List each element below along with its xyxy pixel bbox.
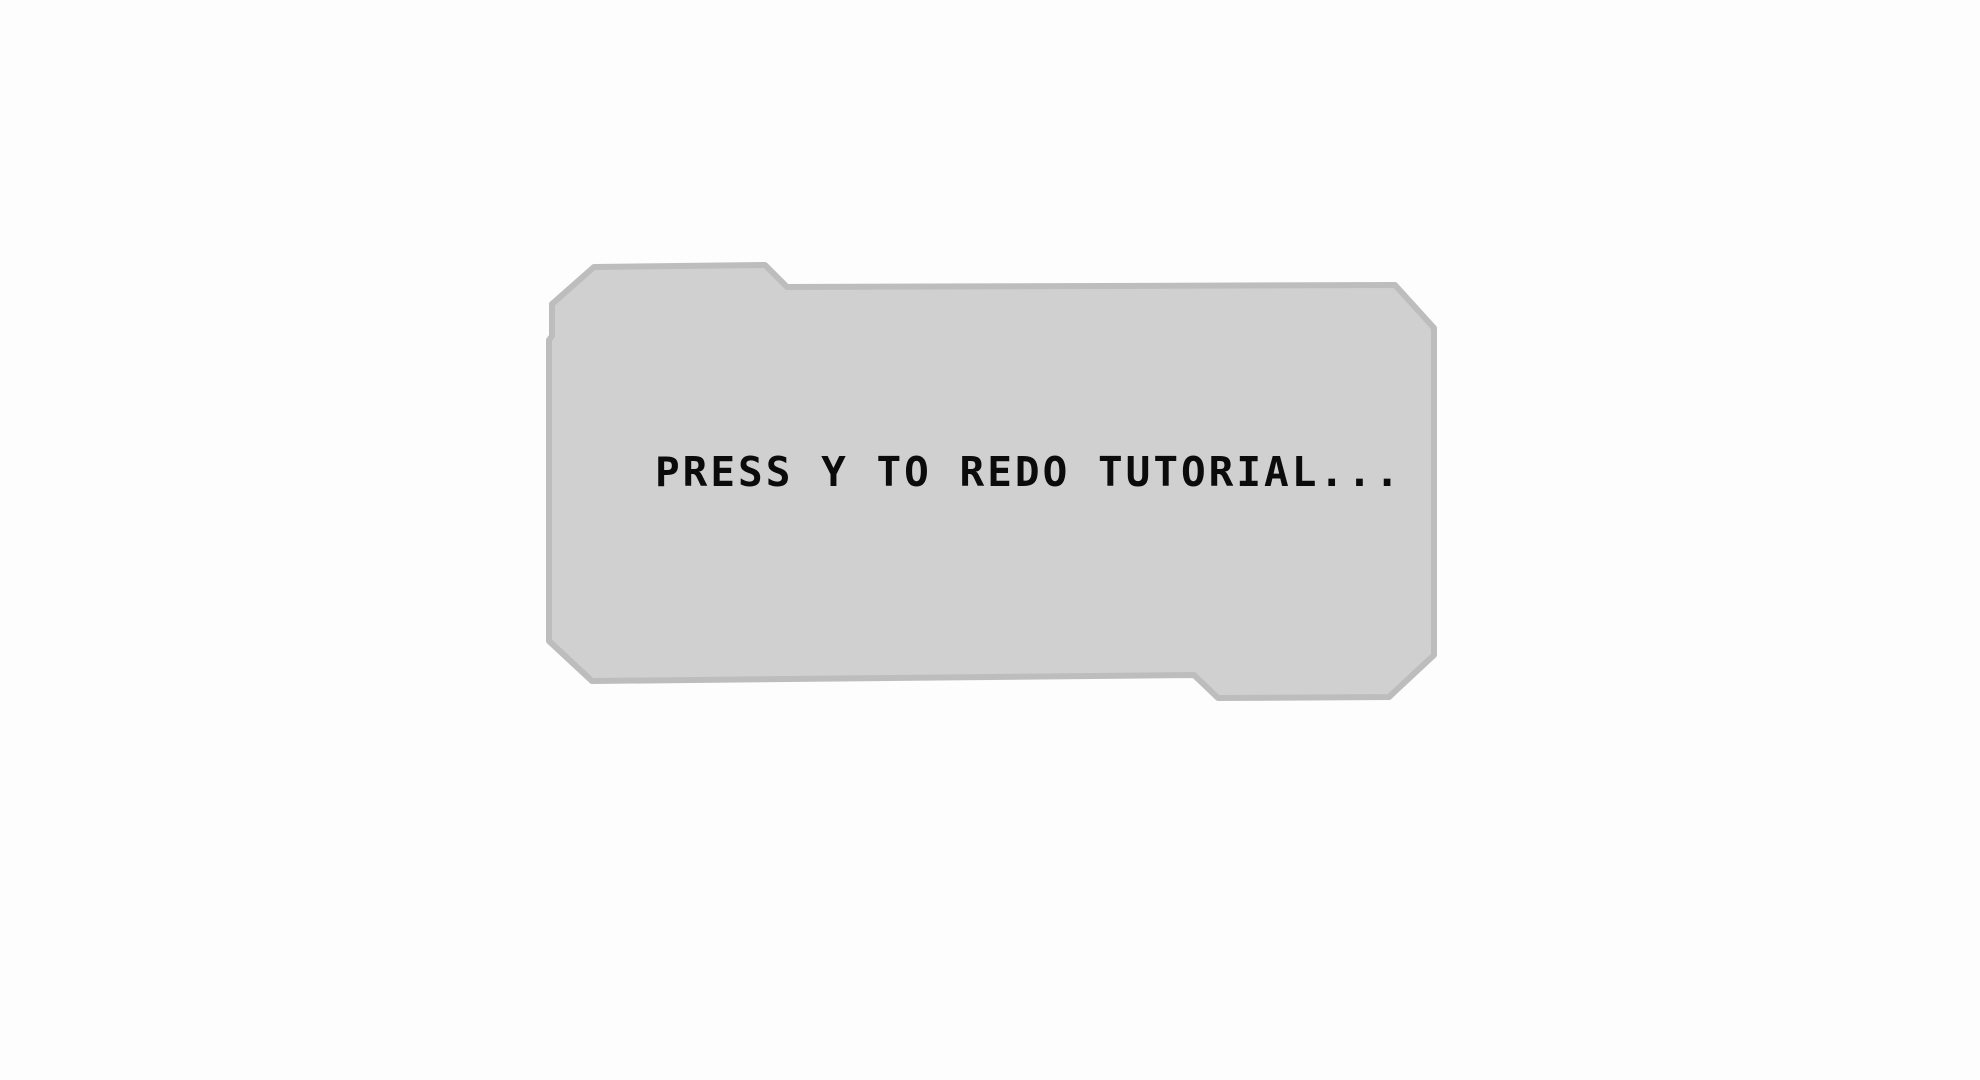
tutorial-prompt-text: PRESS Y TO REDO TUTORIAL...	[655, 448, 1403, 496]
tutorial-dialog-panel	[546, 262, 1437, 701]
game-screen: PRESS Y TO REDO TUTORIAL...	[0, 0, 1980, 1080]
